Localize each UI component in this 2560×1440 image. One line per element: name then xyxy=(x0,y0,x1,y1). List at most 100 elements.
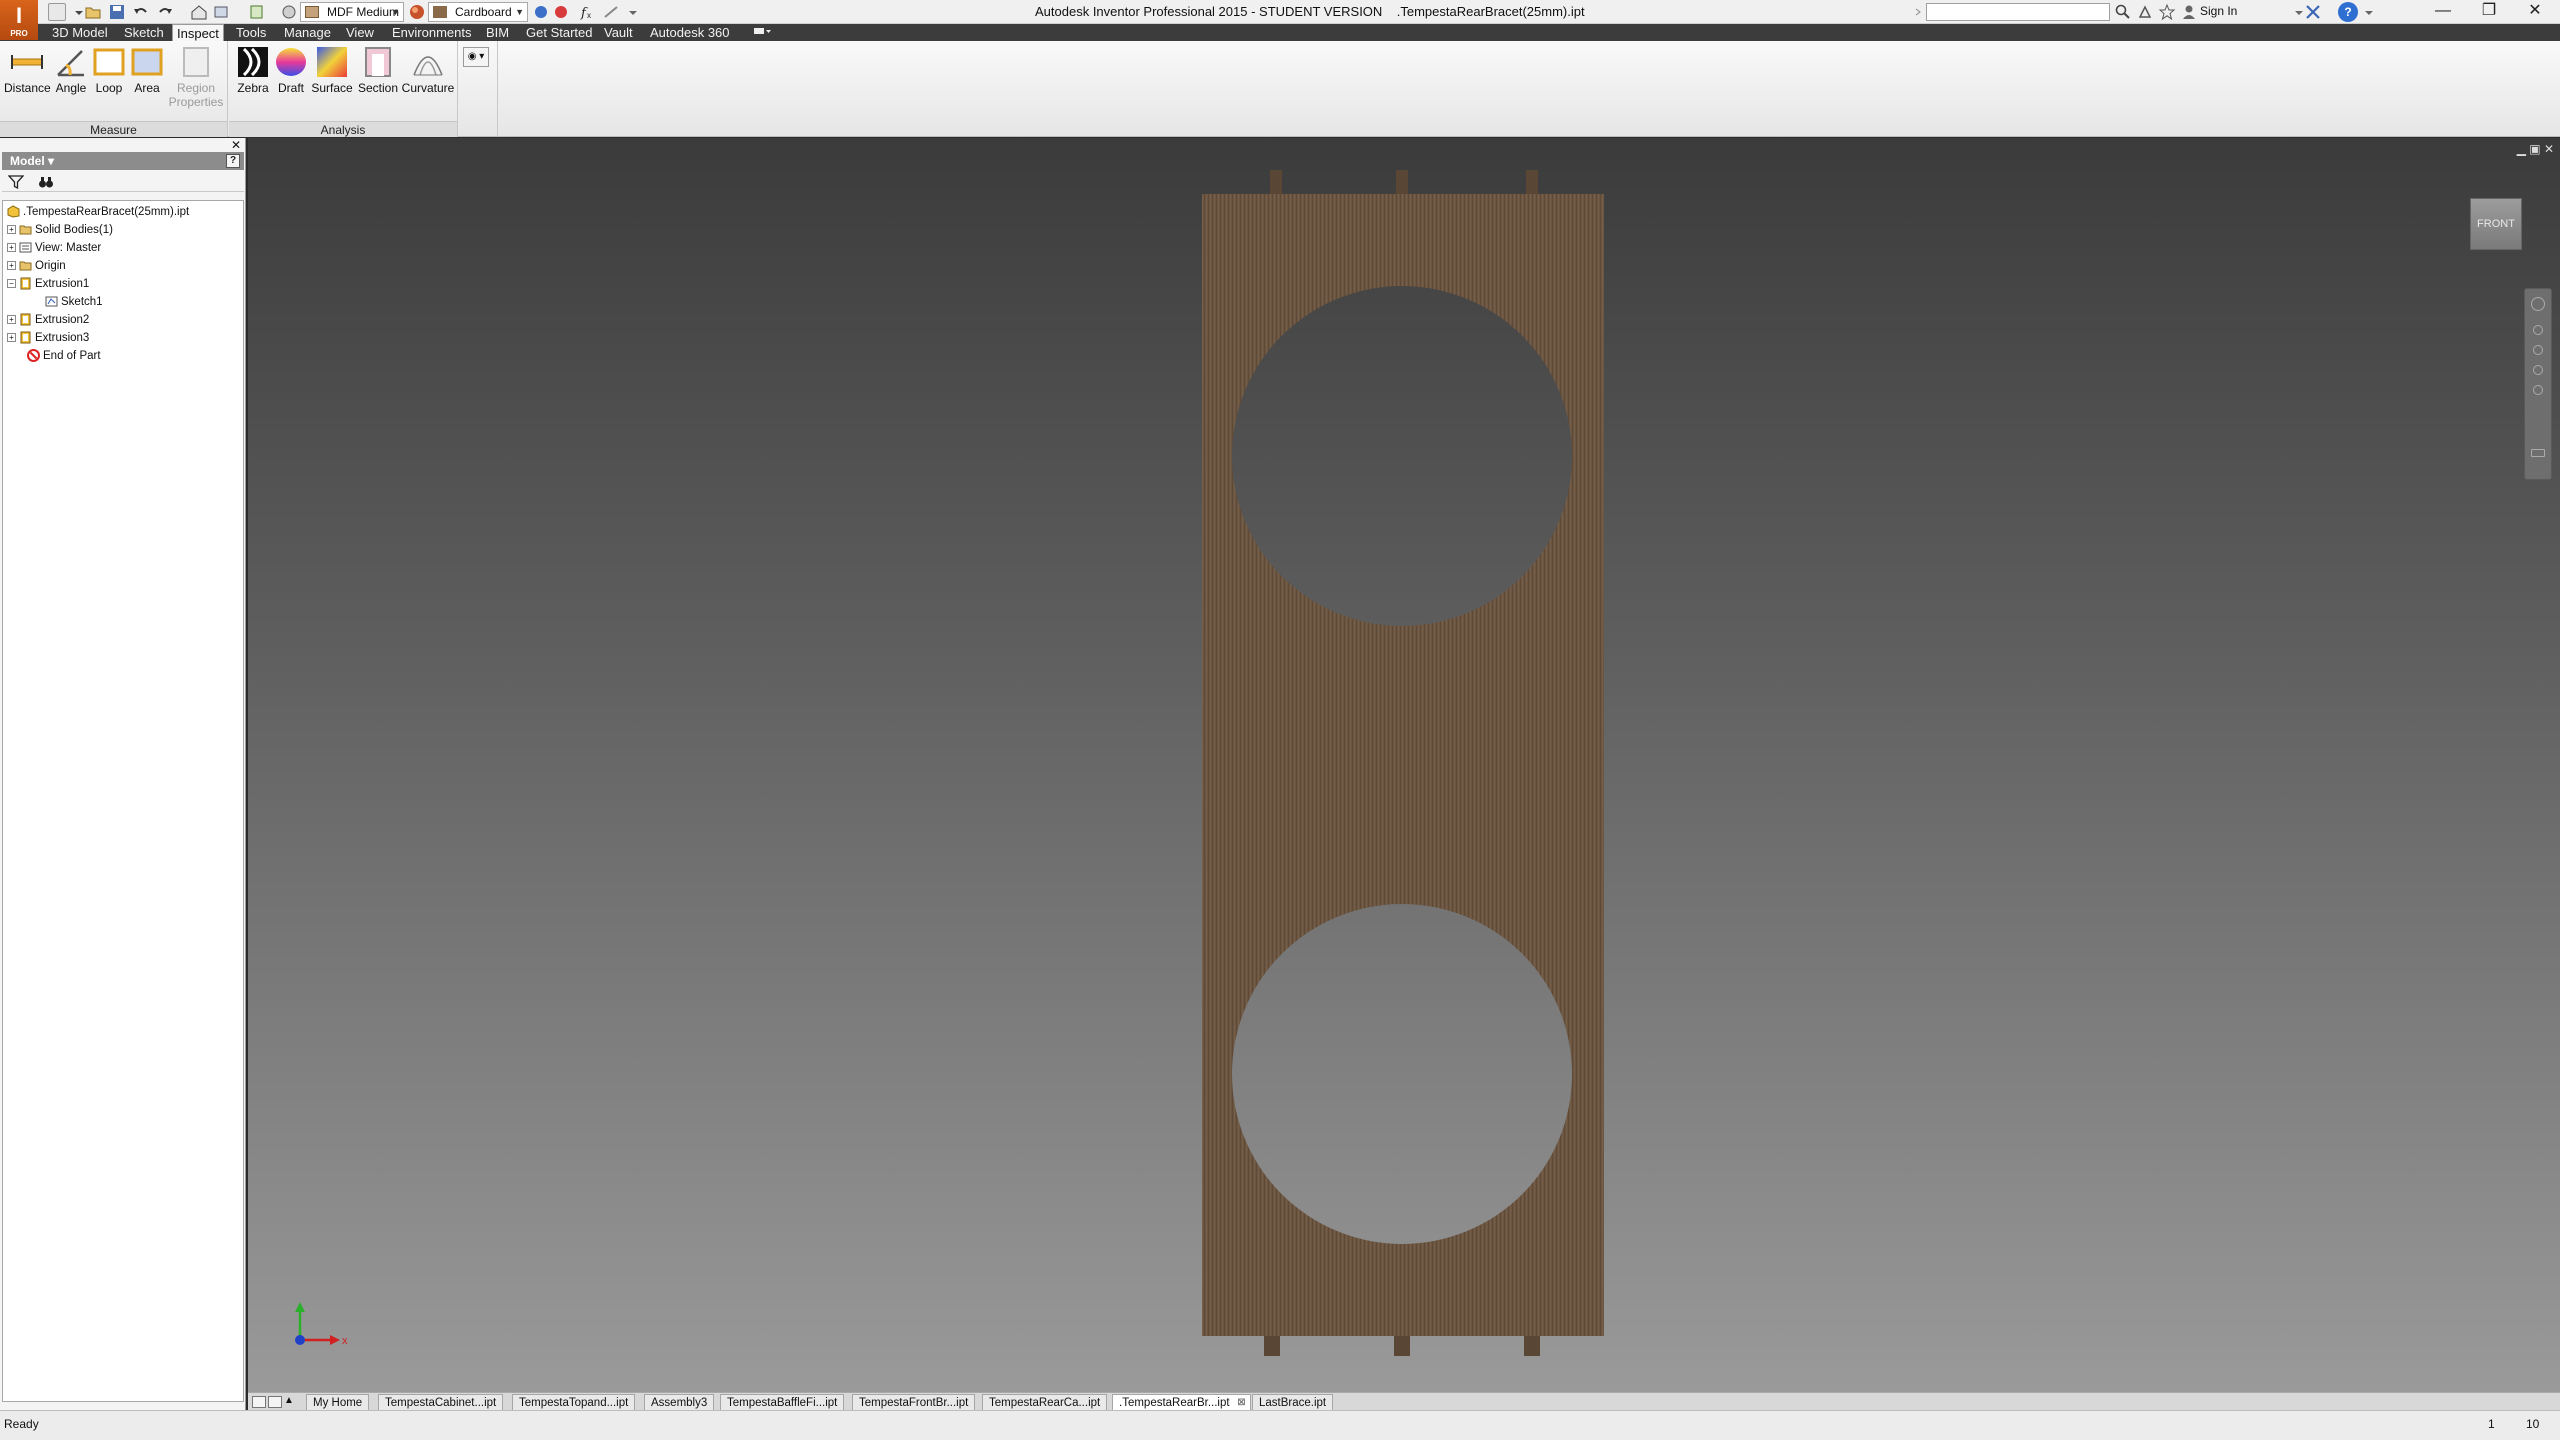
search-expand-icon[interactable] xyxy=(1910,3,1928,21)
section-button[interactable]: Section xyxy=(355,45,401,95)
home-icon[interactable] xyxy=(190,3,208,21)
app-logo-letter: I xyxy=(15,3,23,28)
collapse-icon[interactable]: − xyxy=(7,279,16,289)
title-bar: I PRO MDF Medium ▼ Cardboard ▼ fx Autode… xyxy=(0,0,2560,40)
graphics-viewport[interactable]: ▁ ▣ ✕ FRONT x xyxy=(248,138,2560,1392)
doc-tab-lastbrace[interactable]: LastBrace.ipt xyxy=(1252,1394,1334,1411)
tab-bim[interactable]: BIM xyxy=(482,24,513,41)
doc-tab-topand[interactable]: TempestaTopand...ipt xyxy=(512,1394,636,1411)
material-combo[interactable]: MDF Medium ▼ xyxy=(300,2,404,22)
tab-view[interactable]: View xyxy=(342,24,378,41)
doc-tab-baffle[interactable]: TempestaBaffleFi...ipt xyxy=(720,1394,845,1411)
doc-tab-frontbr[interactable]: TempestaFrontBr...ipt xyxy=(852,1394,976,1411)
curvature-button[interactable]: Curvature xyxy=(401,45,455,95)
tree-node-end-of-part[interactable]: End of Part xyxy=(27,347,101,365)
material-swatch-icon xyxy=(305,6,319,18)
tab-vault[interactable]: Vault xyxy=(600,24,637,41)
restore-button[interactable]: ❐ xyxy=(2466,0,2512,24)
filter-icon[interactable] xyxy=(7,174,25,193)
tab-inspect[interactable]: Inspect xyxy=(172,24,224,41)
close-window-button[interactable]: ✕ xyxy=(2512,0,2558,24)
draft-button[interactable]: Draft xyxy=(273,45,309,95)
close-tab-icon[interactable]: ⊠ xyxy=(1237,1395,1245,1411)
angle-button[interactable]: Angle xyxy=(52,45,90,95)
tab-tools[interactable]: Tools xyxy=(232,24,270,41)
cascade-windows-icon[interactable] xyxy=(268,1396,282,1408)
steering-wheel-icon[interactable] xyxy=(2531,297,2545,311)
doc-tab-my-home[interactable]: My Home xyxy=(306,1394,370,1411)
browser-help-icon[interactable]: ? xyxy=(226,154,240,168)
find-binoculars-icon[interactable] xyxy=(38,174,54,193)
browser-title: Model ▾ xyxy=(10,154,55,168)
expand-icon[interactable]: + xyxy=(7,333,16,343)
expand-icon[interactable]: + xyxy=(7,225,16,235)
fx-parameters-icon[interactable]: fx xyxy=(578,3,596,21)
doc-tab-rearca[interactable]: TempestaRearCa...ipt xyxy=(982,1394,1108,1411)
adjust-appearance-icon[interactable] xyxy=(532,3,550,21)
doc-tab-assembly3[interactable]: Assembly3 xyxy=(644,1394,715,1411)
region-properties-button: Region Properties xyxy=(168,45,224,109)
pan-icon[interactable] xyxy=(2533,325,2543,335)
navbar-options-icon[interactable] xyxy=(2531,449,2545,457)
clear-appearance-icon[interactable] xyxy=(552,3,570,21)
orbit-icon[interactable] xyxy=(2533,365,2543,375)
doc-tab-cabinet[interactable]: TempestaCabinet...ipt xyxy=(378,1394,504,1411)
favorites-star-icon[interactable] xyxy=(2158,3,2176,21)
measure-icon[interactable] xyxy=(602,3,620,21)
subscription-center-icon[interactable] xyxy=(2136,3,2154,21)
browser-title-dropdown[interactable]: Model ▾ ? xyxy=(2,152,244,170)
tab-sketch[interactable]: Sketch xyxy=(120,24,168,41)
tree-node-origin[interactable]: + Origin xyxy=(7,257,66,275)
tree-node-extrusion1[interactable]: − Extrusion1 xyxy=(7,275,89,293)
expand-icon[interactable]: + xyxy=(7,261,16,271)
expand-icon[interactable]: + xyxy=(7,243,16,253)
tab-list-arrow-icon[interactable]: ▲ xyxy=(284,1396,298,1408)
tree-node-view-master[interactable]: + View: Master xyxy=(7,239,101,257)
tree-node-extrusion3[interactable]: + Extrusion3 xyxy=(7,329,89,347)
exchange-apps-icon[interactable] xyxy=(2304,3,2322,21)
sign-in-link[interactable]: Sign In xyxy=(2200,4,2237,18)
look-at-icon[interactable] xyxy=(2533,385,2543,395)
zebra-button[interactable]: Zebra xyxy=(233,45,273,95)
help-search-input[interactable] xyxy=(1926,3,2110,21)
surface-button[interactable]: Surface xyxy=(309,45,355,95)
doc-tab-rearbr[interactable]: .TempestaRearBr...ipt ⊠ xyxy=(1112,1394,1251,1411)
part-model[interactable] xyxy=(248,138,2560,1392)
help-dropdown-icon[interactable] xyxy=(2360,3,2378,21)
minimize-button[interactable]: — xyxy=(2420,0,2466,24)
tab-3d-model[interactable]: 3D Model xyxy=(48,24,112,41)
surface-icon xyxy=(315,45,349,79)
tab-manage[interactable]: Manage xyxy=(280,24,335,41)
view-cube[interactable]: FRONT xyxy=(2470,198,2522,250)
area-button[interactable]: Area xyxy=(130,45,164,95)
customize-dropdown-icon[interactable] xyxy=(624,3,642,21)
tree-node-label: Solid Bodies(1) xyxy=(35,224,113,236)
tab-environments[interactable]: Environments xyxy=(388,24,475,41)
browser-close-icon[interactable]: ✕ xyxy=(231,138,241,152)
undo-icon[interactable] xyxy=(132,3,150,21)
tile-windows-icon[interactable] xyxy=(252,1396,266,1408)
save-icon[interactable] xyxy=(108,3,126,21)
zoom-icon[interactable] xyxy=(2533,345,2543,355)
tab-get-started[interactable]: Get Started xyxy=(522,24,596,41)
ribbon-minimize-icon[interactable] xyxy=(748,24,778,41)
return-icon[interactable] xyxy=(212,3,230,21)
loop-button[interactable]: Loop xyxy=(92,45,126,95)
tree-node-solid-bodies[interactable]: + Solid Bodies(1) xyxy=(7,221,113,239)
tree-node-part[interactable]: .TempestaRearBracet(25mm).ipt xyxy=(7,203,189,221)
tree-node-sketch1[interactable]: Sketch1 xyxy=(45,293,103,311)
tree-node-extrusion2[interactable]: + Extrusion2 xyxy=(7,311,89,329)
tab-autodesk-360[interactable]: Autodesk 360 xyxy=(646,24,734,41)
select-icon[interactable] xyxy=(280,3,298,21)
tree-node-label: Extrusion3 xyxy=(35,332,90,344)
help-button[interactable]: ? xyxy=(2338,2,2358,22)
application-menu-button[interactable]: I PRO xyxy=(0,0,38,40)
redo-icon[interactable] xyxy=(156,3,174,21)
new-file-icon[interactable] xyxy=(48,3,66,21)
search-icon[interactable] xyxy=(2114,3,2132,21)
update-icon[interactable] xyxy=(248,3,266,21)
open-icon[interactable] xyxy=(84,3,102,21)
distance-button[interactable]: Distance xyxy=(4,45,51,95)
expand-icon[interactable]: + xyxy=(7,315,16,325)
appearance-combo[interactable]: Cardboard ▼ xyxy=(428,2,528,22)
